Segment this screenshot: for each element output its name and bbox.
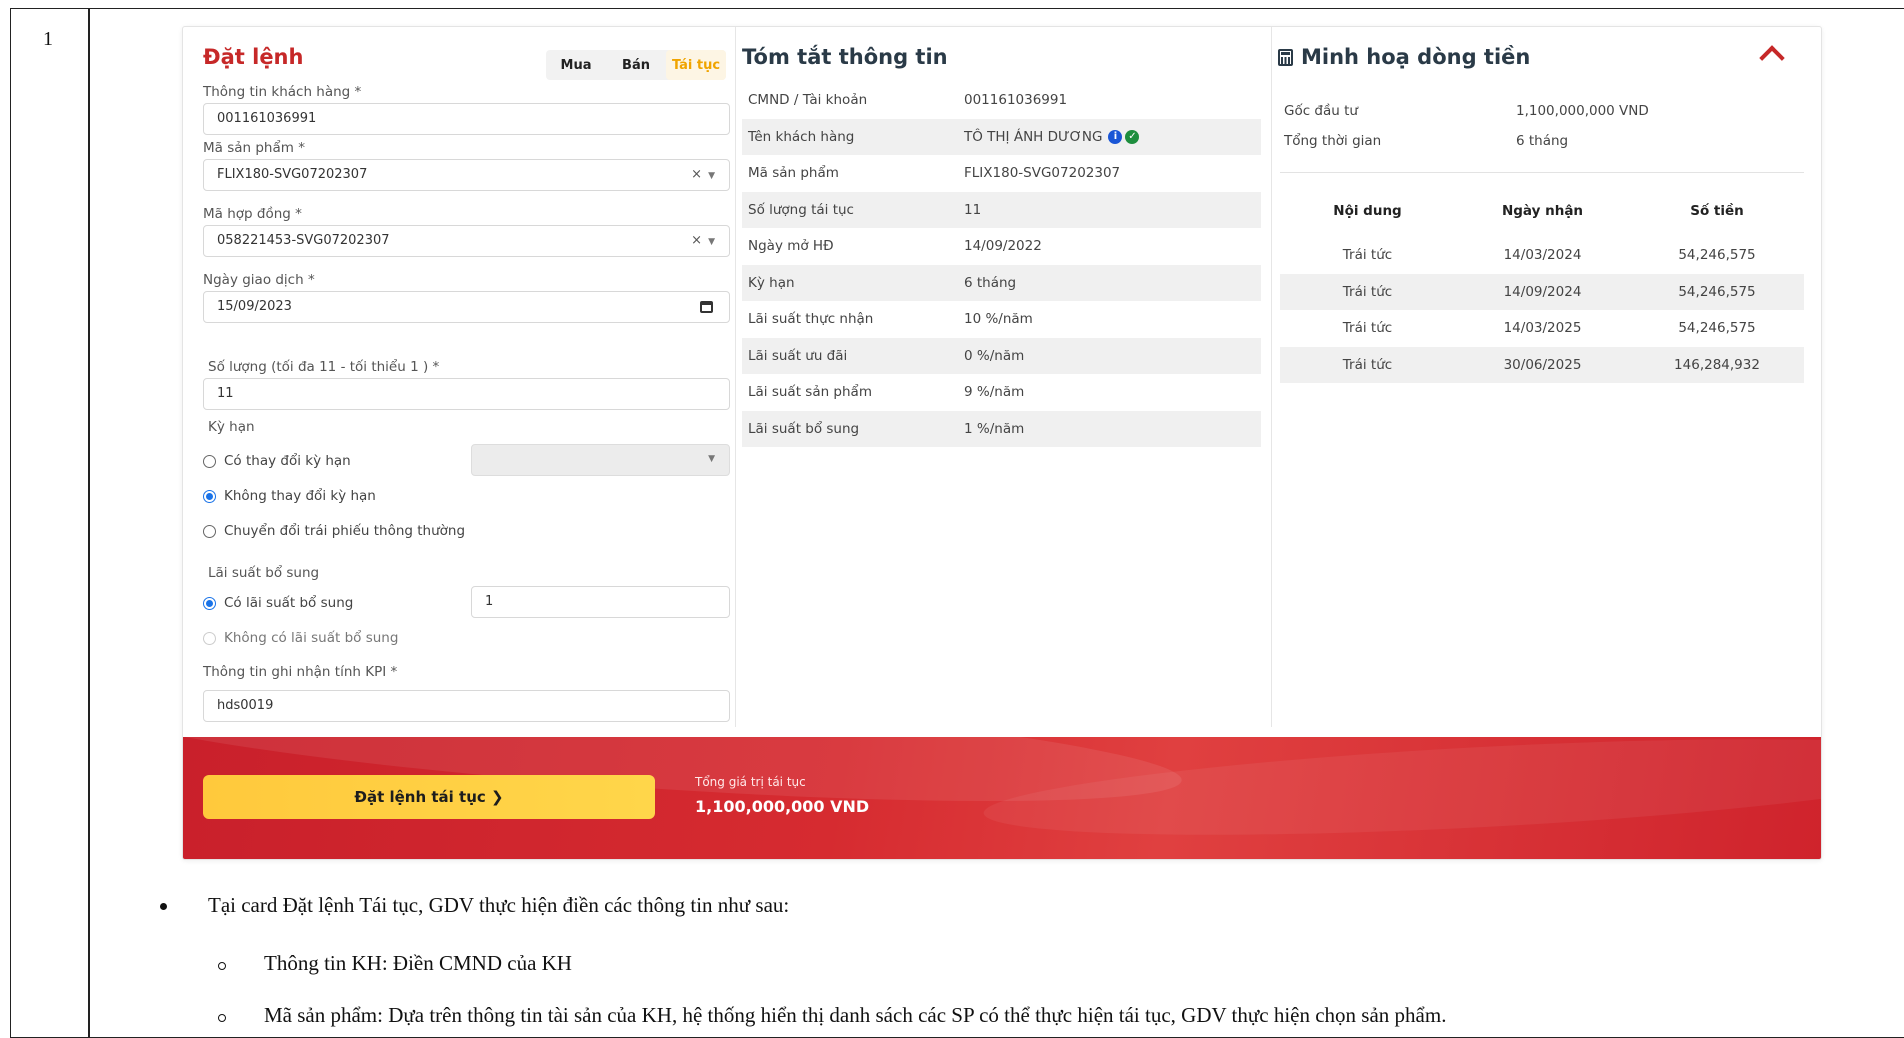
principal-label: Gốc đầu tư (1284, 103, 1358, 119)
cashflow-title: Minh hoạ dòng tiền (1278, 45, 1530, 69)
summary-row: Lãi suất ưu đãi 0 %/năm (742, 337, 1261, 374)
extra-rate-option-no[interactable]: Không có lãi suất bổ sung (203, 630, 398, 646)
date-label: Ngày giao dịch * (203, 272, 315, 288)
total-label: Tổng giá trị tái tục (695, 775, 806, 789)
kpi-label: Thông tin ghi nhận tính KPI * (203, 664, 398, 680)
radio-button[interactable] (203, 631, 216, 645)
document-sub-bullet: Mã sản phẩm: Dựa trên thông tin tài sản … (264, 1003, 1447, 1027)
chevron-down-icon: ▼ (708, 454, 715, 464)
cashflow-table: Nội dung Ngày nhận Số tiền Trái tức 14/03… (1280, 193, 1804, 383)
extra-rate-option-yes[interactable]: Có lãi suất bổ sung (203, 595, 353, 611)
summary-row: Ngày mở HĐ 14/09/2022 (748, 238, 1042, 255)
extra-option-label: Không có lãi suất bổ sung (224, 630, 399, 646)
order-type-tabs: Mua Bán Tái tục (546, 50, 726, 80)
term-label: Kỳ hạn (208, 419, 255, 435)
extra-rate-label: Lãi suất bổ sung (208, 565, 320, 581)
summary-row: Mã sản phẩm FLIX180-SVG07202307 (748, 165, 1121, 182)
column-divider (735, 27, 736, 727)
customer-label: Thông tin khách hàng * (203, 84, 362, 100)
radio-button-checked[interactable] (203, 596, 216, 610)
term-option-change[interactable]: Có thay đổi kỳ hạn (203, 453, 351, 469)
document-sub-bullet: Thông tin KH: Điền CMND của KH (264, 951, 572, 975)
table-column-divider (88, 8, 90, 1038)
table-row: Trái tức 14/03/2025 54,246,575 (1342, 320, 1756, 337)
summary-row: Số lượng tái tục 11 (742, 191, 1261, 228)
duration-value: 6 tháng (1516, 133, 1569, 149)
radio-button-checked[interactable] (203, 489, 216, 503)
summary-row: Kỳ hạn 6 tháng (742, 264, 1261, 301)
term-option-label: Không thay đổi kỳ hạn (224, 488, 376, 504)
table-row: Trái tức 30/06/2025 146,284,932 (1280, 346, 1804, 383)
quantity-label: Số lượng (tối đa 11 - tối thiểu 1 ) * (208, 359, 440, 375)
submit-renewal-button[interactable]: Đặt lệnh tái tục ❯ (203, 775, 655, 819)
summary-row: Tên khách hàng TÔ THỊ ÁNH DƯƠNG i ✓ (742, 118, 1261, 155)
product-label: Mã sản phẩm * (203, 140, 305, 156)
summary-row: Lãi suất thực nhận 10 %/năm (748, 311, 1033, 328)
table-row: Trái tức 14/03/2024 54,246,575 (1342, 247, 1756, 264)
table-row: Trái tức 14/09/2024 54,246,575 (1280, 273, 1804, 310)
clear-icon[interactable]: × (691, 167, 702, 182)
tab-renew[interactable]: Tái tục (666, 50, 726, 80)
row-number: 1 (43, 28, 53, 50)
order-title: Đặt lệnh (203, 45, 304, 69)
chevron-down-icon[interactable]: ▼ (708, 171, 715, 181)
clear-icon[interactable]: × (691, 233, 702, 248)
total-value: 1,100,000,000 VND (695, 797, 870, 816)
summary-table: CMND / Tài khoản 001161036991 Tên khách h… (742, 82, 1261, 447)
kpi-input[interactable]: hds0019 (203, 690, 730, 722)
principal-value: 1,100,000,000 VND (1516, 103, 1649, 119)
product-select-value: FLIX180-SVG07202307 (217, 167, 368, 182)
summary-row: Lãi suất sản phẩm 9 %/năm (748, 384, 1025, 401)
sub-bullet-dot (218, 1014, 226, 1022)
term-option-label: Chuyển đổi trái phiếu thông thường (224, 523, 466, 539)
term-select[interactable]: ▼ (471, 444, 730, 476)
tab-buy[interactable]: Mua (546, 50, 606, 80)
summary-title: Tóm tắt thông tin (742, 45, 948, 69)
tab-sell[interactable]: Bán (606, 50, 666, 80)
document-bullet-text: Tại card Đặt lệnh Tái tục, GDV thực hiện… (208, 893, 790, 917)
check-circle-icon: ✓ (1125, 129, 1140, 144)
date-input[interactable]: 15/09/2023 (203, 291, 730, 323)
product-select[interactable]: FLIX180-SVG07202307 × ▼ (203, 159, 730, 191)
calculator-icon (1278, 48, 1293, 66)
extra-option-label: Có lãi suất bổ sung (224, 595, 354, 611)
info-icon[interactable]: i (1108, 129, 1123, 144)
radio-button[interactable] (203, 454, 216, 468)
renewal-order-card: Đặt lệnh Mua Bán Tái tục Thông tin khách… (182, 26, 1822, 860)
date-input-value: 15/09/2023 (217, 299, 292, 314)
bullet-dot (160, 903, 167, 910)
contract-select-value: 058221453-SVG07202307 (217, 233, 390, 248)
table-header: Nội dung Ngày nhận Số tiền (1333, 203, 1744, 219)
chevron-down-icon[interactable]: ▼ (708, 237, 715, 247)
summary-row: Lãi suất bổ sung 1 %/năm (742, 410, 1261, 447)
radio-button[interactable] (203, 524, 216, 538)
extra-rate-input[interactable]: 1 (471, 586, 730, 618)
term-option-convert[interactable]: Chuyển đổi trái phiếu thông thường (203, 523, 465, 539)
contract-label: Mã hợp đồng * (203, 206, 302, 222)
sub-bullet-dot (218, 962, 226, 970)
term-option-keep[interactable]: Không thay đổi kỳ hạn (203, 488, 376, 504)
customer-name-value: TÔ THỊ ÁNH DƯƠNG (964, 128, 1103, 145)
submit-banner: Đặt lệnh tái tục ❯ Tổng giá trị tái tục … (183, 737, 1821, 859)
divider (1280, 172, 1804, 173)
customer-input[interactable]: 001161036991 (203, 103, 730, 135)
column-divider (1271, 27, 1272, 727)
calendar-icon[interactable] (700, 301, 713, 313)
cashflow-title-text: Minh hoạ dòng tiền (1301, 45, 1531, 69)
quantity-input[interactable]: 11 (203, 378, 730, 410)
summary-row: CMND / Tài khoản 001161036991 (748, 92, 1068, 109)
term-option-label: Có thay đổi kỳ hạn (224, 453, 351, 469)
duration-label: Tổng thời gian (1284, 133, 1382, 149)
collapse-chevron-up-icon[interactable] (1759, 45, 1785, 71)
contract-select[interactable]: 058221453-SVG07202307 × ▼ (203, 225, 730, 257)
